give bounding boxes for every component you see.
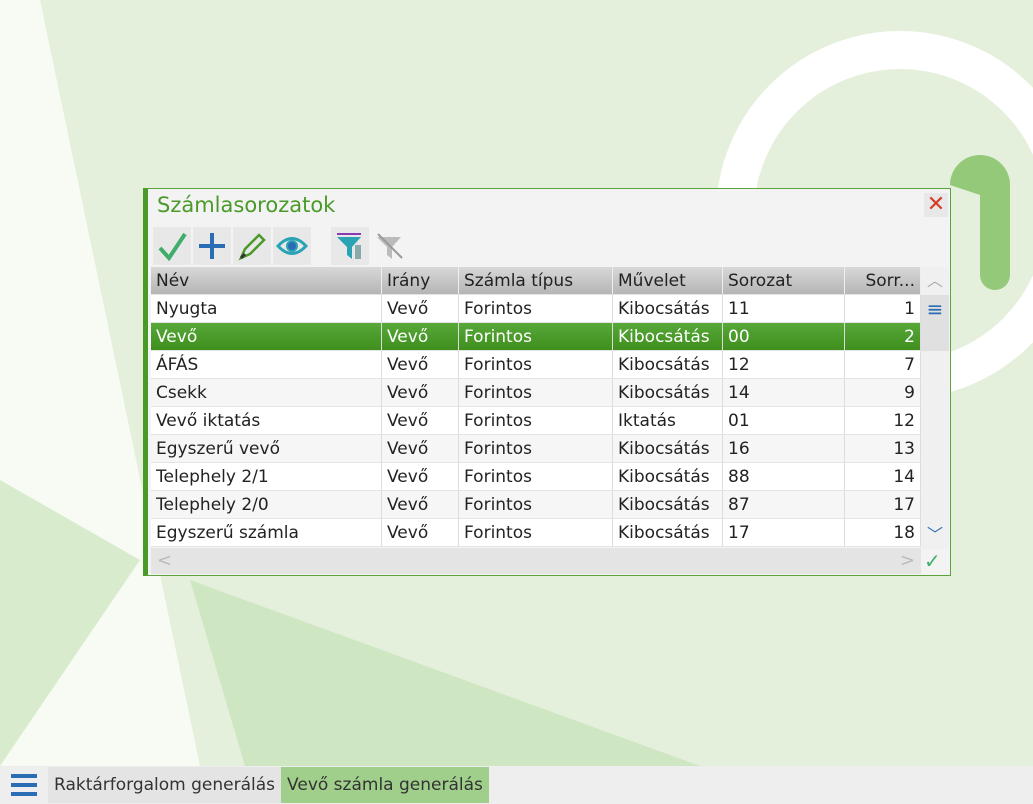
cell-szamla-tipus: Forintos xyxy=(459,351,613,378)
table-row[interactable]: Csekk Vevő Forintos Kibocsátás 14 9 xyxy=(151,379,921,407)
cell-sorozat: 16 xyxy=(723,435,845,462)
cell-muvelet: Kibocsátás xyxy=(613,379,723,406)
cell-nev: Telephely 2/1 xyxy=(151,463,382,490)
scroll-left-icon[interactable]: < xyxy=(157,550,172,571)
cell-sorozat: 12 xyxy=(723,351,845,378)
cell-sorrend: 2 xyxy=(845,323,921,350)
confirm-check-icon[interactable]: ✓ xyxy=(924,549,941,573)
horizontal-scrollbar[interactable]: < > xyxy=(151,548,921,574)
cell-nev: Vevő iktatás xyxy=(151,407,382,434)
cell-muvelet: Kibocsátás xyxy=(613,351,723,378)
cell-sorozat: 14 xyxy=(723,379,845,406)
cell-sorozat: 87 xyxy=(723,491,845,518)
column-header-szamla-tipus[interactable]: Számla típus xyxy=(459,267,613,294)
cell-irany: Vevő xyxy=(382,323,459,350)
cell-szamla-tipus: Forintos xyxy=(459,463,613,490)
scroll-up-icon[interactable]: ︿ xyxy=(921,267,949,295)
menu-button[interactable] xyxy=(0,766,48,804)
cell-sorozat: 88 xyxy=(723,463,845,490)
cell-irany: Vevő xyxy=(382,519,459,546)
cell-nev: Nyugta xyxy=(151,295,382,322)
cell-szamla-tipus: Forintos xyxy=(459,295,613,322)
checkmark-icon xyxy=(158,232,187,261)
taskbar-tab-vevo-szamla[interactable]: Vevő számla generálás xyxy=(281,767,489,803)
cell-sorrend: 1 xyxy=(845,295,921,322)
cell-irany: Vevő xyxy=(382,295,459,322)
cell-nev: Egyszerű vevő xyxy=(151,435,382,462)
column-header-irany[interactable]: Irány xyxy=(382,267,459,294)
cell-sorozat: 17 xyxy=(723,519,845,546)
column-header-nev[interactable]: Név xyxy=(151,267,382,294)
plus-icon xyxy=(199,233,225,259)
szamlasorozatok-dialog: Számlasorozatok ✕ Név Irány Számla típus… xyxy=(143,188,951,576)
close-button[interactable]: ✕ xyxy=(924,193,948,217)
table-row[interactable]: Nyugta Vevő Forintos Kibocsátás 11 1 xyxy=(151,295,921,323)
taskbar: Raktárforgalom generálás Vevő számla gen… xyxy=(0,766,1033,804)
cell-sorrend: 12 xyxy=(845,407,921,434)
pencil-icon xyxy=(238,233,266,261)
taskbar-tab-raktarforgalom[interactable]: Raktárforgalom generálás xyxy=(48,767,282,803)
cell-muvelet: Kibocsátás xyxy=(613,295,723,322)
clear-filter-button[interactable] xyxy=(371,227,409,265)
view-button[interactable] xyxy=(273,227,311,265)
column-header-sorozat[interactable]: Sorozat xyxy=(723,267,845,294)
table-row[interactable]: Vevő iktatás Vevő Forintos Iktatás 01 12 xyxy=(151,407,921,435)
series-table: Név Irány Számla típus Művelet Sorozat S… xyxy=(151,267,921,547)
cell-sorrend: 14 xyxy=(845,463,921,490)
cell-irany: Vevő xyxy=(382,351,459,378)
table-header: Név Irány Számla típus Művelet Sorozat S… xyxy=(151,267,921,295)
cell-szamla-tipus: Forintos xyxy=(459,407,613,434)
cell-nev: ÁFÁS xyxy=(151,351,382,378)
cell-sorozat: 01 xyxy=(723,407,845,434)
cell-szamla-tipus: Forintos xyxy=(459,491,613,518)
cell-sorozat: 00 xyxy=(723,323,845,350)
cell-sorrend: 9 xyxy=(845,379,921,406)
table-row[interactable]: Telephely 2/1 Vevő Forintos Kibocsátás 88 14 xyxy=(151,463,921,491)
cell-sorrend: 13 xyxy=(845,435,921,462)
cell-muvelet: Kibocsátás xyxy=(613,463,723,490)
cell-sorrend: 7 xyxy=(845,351,921,378)
filter-clear-icon xyxy=(377,233,403,259)
eye-icon xyxy=(276,237,308,255)
cell-muvelet: Kibocsátás xyxy=(613,323,723,350)
table-row[interactable]: Egyszerű számla Vevő Forintos Kibocsátás 17 1… xyxy=(151,519,921,547)
cell-sorrend: 17 xyxy=(845,491,921,518)
table-row[interactable]: Egyszerű vevő Vevő Forintos Kibocsátás 16 13 xyxy=(151,435,921,463)
cell-irany: Vevő xyxy=(382,435,459,462)
cell-irany: Vevő xyxy=(382,491,459,518)
cell-nev: Telephely 2/0 xyxy=(151,491,382,518)
scroll-thumb-icon[interactable]: ≡ xyxy=(921,295,949,351)
cell-szamla-tipus: Forintos xyxy=(459,323,613,350)
cell-irany: Vevő xyxy=(382,463,459,490)
cell-muvelet: Kibocsátás xyxy=(613,435,723,462)
scroll-right-icon[interactable]: > xyxy=(900,550,915,571)
filter-button[interactable] xyxy=(331,227,369,265)
cell-muvelet: Kibocsátás xyxy=(613,491,723,518)
cell-sorrend: 18 xyxy=(845,519,921,546)
cell-nev: Csekk xyxy=(151,379,382,406)
cell-szamla-tipus: Forintos xyxy=(459,435,613,462)
column-header-muvelet[interactable]: Művelet xyxy=(613,267,723,294)
cell-sorozat: 11 xyxy=(723,295,845,322)
accept-button[interactable] xyxy=(153,227,191,265)
vertical-scrollbar[interactable]: ︿ ≡ ﹀ xyxy=(921,267,949,549)
cell-szamla-tipus: Forintos xyxy=(459,519,613,546)
cell-irany: Vevő xyxy=(382,407,459,434)
cell-irany: Vevő xyxy=(382,379,459,406)
column-header-sorrend[interactable]: Sorr... xyxy=(845,267,921,294)
cell-muvelet: Iktatás xyxy=(613,407,723,434)
scroll-down-icon[interactable]: ﹀ xyxy=(921,521,949,549)
cell-muvelet: Kibocsátás xyxy=(613,519,723,546)
table-row[interactable]: ÁFÁS Vevő Forintos Kibocsátás 12 7 xyxy=(151,351,921,379)
filter-icon xyxy=(337,233,361,259)
add-button[interactable] xyxy=(193,227,231,265)
cell-szamla-tipus: Forintos xyxy=(459,379,613,406)
dialog-title: Számlasorozatok xyxy=(157,193,336,217)
cell-nev: Vevő xyxy=(151,323,382,350)
hamburger-icon xyxy=(11,774,37,796)
cell-nev: Egyszerű számla xyxy=(151,519,382,546)
table-row[interactable]: Vevő Vevő Forintos Kibocsátás 00 2 xyxy=(151,323,921,351)
edit-button[interactable] xyxy=(233,227,271,265)
table-row[interactable]: Telephely 2/0 Vevő Forintos Kibocsátás 87 17 xyxy=(151,491,921,519)
